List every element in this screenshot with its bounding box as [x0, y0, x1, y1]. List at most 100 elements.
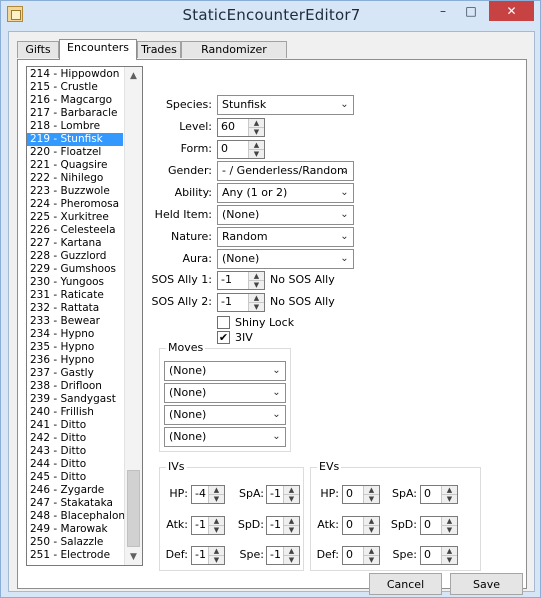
encounter-list-item[interactable]: 251 - Electrode — [27, 549, 123, 562]
move-2-dropdown[interactable]: (None) ⌄ — [164, 383, 286, 403]
encounter-list-item[interactable]: 221 - Quagsire — [27, 159, 123, 172]
list-scrollbar[interactable]: ▲ ▼ — [124, 67, 142, 565]
maximize-button[interactable]: □ — [457, 1, 485, 21]
encounter-list-item[interactable]: 239 - Sandygast — [27, 393, 123, 406]
encounter-list-item[interactable]: 238 - Drifloon — [27, 380, 123, 393]
spin-down-icon[interactable]: ▼ — [284, 526, 299, 534]
spin-up-icon[interactable]: ▲ — [249, 272, 264, 281]
iv-def-stepper[interactable]: -1 ▲ ▼ — [191, 546, 225, 565]
spin-down-icon[interactable]: ▼ — [442, 526, 457, 534]
encounter-list-item[interactable]: 214 - Hippowdon — [27, 68, 123, 81]
encounter-list-item[interactable]: 248 - Blacephalon — [27, 510, 125, 523]
ev-atk-stepper[interactable]: 0 ▲ ▼ — [342, 516, 380, 535]
species-dropdown[interactable]: Stunfisk ⌄ — [217, 95, 354, 115]
spin-down-icon[interactable]: ▼ — [364, 526, 379, 534]
encounter-list-item[interactable]: 244 - Ditto — [27, 458, 123, 471]
encounter-list-item[interactable]: 234 - Hypno — [27, 328, 123, 341]
spin-down-icon[interactable]: ▼ — [442, 556, 457, 564]
tab-gifts[interactable]: Gifts — [17, 41, 59, 58]
encounter-list-item[interactable]: 227 - Kartana — [27, 237, 123, 250]
encounter-list-item[interactable]: 216 - Magcargo — [27, 94, 123, 107]
ev-def-stepper[interactable]: 0 ▲ ▼ — [342, 546, 380, 565]
iv-hp-spin[interactable]: ▲ ▼ — [208, 486, 224, 503]
spin-down-icon[interactable]: ▼ — [442, 495, 457, 503]
iv-spa-stepper[interactable]: -1 ▲ ▼ — [266, 485, 300, 504]
ev-atk-spin[interactable]: ▲ ▼ — [363, 517, 379, 534]
ev-hp-spin[interactable]: ▲ ▼ — [363, 486, 379, 503]
spin-down-icon[interactable]: ▼ — [209, 526, 224, 534]
encounter-list-item[interactable]: 232 - Rattata — [27, 302, 123, 315]
spin-up-icon[interactable]: ▲ — [442, 517, 457, 526]
gender-dropdown[interactable]: - / Genderless/Random ⌄ — [217, 161, 354, 181]
spin-up-icon[interactable]: ▲ — [284, 486, 299, 495]
sos-ally-1-stepper[interactable]: -1 ▲ ▼ — [217, 271, 265, 290]
ev-spe-spin[interactable]: ▲ ▼ — [441, 547, 457, 564]
spin-down-icon[interactable]: ▼ — [364, 556, 379, 564]
scroll-thumb[interactable] — [127, 470, 140, 547]
close-button[interactable]: ✕ — [489, 1, 534, 21]
iv-spe-spin[interactable]: ▲ ▼ — [283, 547, 299, 564]
held-item-dropdown[interactable]: (None) ⌄ — [217, 205, 354, 225]
ev-spd-spin[interactable]: ▲ ▼ — [441, 517, 457, 534]
level-spin[interactable]: ▲ ▼ — [248, 119, 264, 136]
encounter-list[interactable]: 214 - Hippowdon 215 - Crustle 216 - Magcar… — [26, 66, 143, 566]
three-iv-checkbox[interactable]: ✔ — [217, 331, 230, 344]
spin-up-icon[interactable]: ▲ — [442, 547, 457, 556]
save-button[interactable]: Save — [450, 573, 523, 595]
nature-dropdown[interactable]: Random ⌄ — [217, 227, 354, 247]
form-stepper[interactable]: 0 ▲ ▼ — [217, 140, 265, 159]
iv-spe-stepper[interactable]: -1 ▲ ▼ — [266, 546, 300, 565]
tab-trades[interactable]: Trades — [137, 41, 181, 58]
spin-up-icon[interactable]: ▲ — [249, 119, 264, 128]
encounter-list-item[interactable]: 247 - Stakataka — [27, 497, 123, 510]
form-spin[interactable]: ▲ ▼ — [248, 141, 264, 158]
encounter-list-item[interactable]: 217 - Barbaracle — [27, 107, 123, 120]
tab-randomizer-options[interactable]: Randomizer Options — [181, 41, 287, 72]
spin-down-icon[interactable]: ▼ — [209, 495, 224, 503]
ev-spd-stepper[interactable]: 0 ▲ ▼ — [420, 516, 458, 535]
scroll-up-icon[interactable]: ▲ — [125, 67, 142, 84]
encounter-list-item[interactable]: 225 - Xurkitree — [27, 211, 123, 224]
encounter-list-item[interactable]: 233 - Bewear — [27, 315, 123, 328]
encounter-list-item[interactable]: 215 - Crustle — [27, 81, 123, 94]
encounter-list-item[interactable]: 243 - Ditto — [27, 445, 123, 458]
sos-ally-2-stepper[interactable]: -1 ▲ ▼ — [217, 293, 265, 312]
encounter-list-item[interactable]: 246 - Zygarde — [27, 484, 123, 497]
encounter-list-item[interactable]: 218 - Lombre — [27, 120, 123, 133]
encounter-list-item[interactable]: 242 - Ditto — [27, 432, 123, 445]
spin-down-icon[interactable]: ▼ — [249, 128, 264, 136]
shiny-lock-checkbox[interactable] — [217, 316, 230, 329]
level-stepper[interactable]: 60 ▲ ▼ — [217, 118, 265, 137]
move-3-dropdown[interactable]: (None) ⌄ — [164, 405, 286, 425]
spin-up-icon[interactable]: ▲ — [209, 547, 224, 556]
encounter-list-item[interactable]: 220 - Floatzel — [27, 146, 123, 159]
encounter-list-item[interactable]: 231 - Raticate — [27, 289, 123, 302]
cancel-button[interactable]: Cancel — [369, 573, 442, 595]
encounter-list-item[interactable]: 235 - Hypno — [27, 341, 123, 354]
encounter-list-item[interactable]: 229 - Gumshoos — [27, 263, 123, 276]
encounter-list-item[interactable]: 226 - Celesteela — [27, 224, 123, 237]
encounter-list-item[interactable]: 236 - Hypno — [27, 354, 123, 367]
spin-up-icon[interactable]: ▲ — [364, 486, 379, 495]
spin-down-icon[interactable]: ▼ — [249, 150, 264, 158]
move-4-dropdown[interactable]: (None) ⌄ — [164, 427, 286, 447]
encounter-list-item[interactable]: 228 - Guzzlord — [27, 250, 123, 263]
minimize-button[interactable]: – — [429, 1, 457, 21]
spin-up-icon[interactable]: ▲ — [364, 517, 379, 526]
ev-spa-spin[interactable]: ▲ ▼ — [441, 486, 457, 503]
encounter-list-item[interactable]: 245 - Ditto — [27, 471, 123, 484]
iv-def-spin[interactable]: ▲ ▼ — [208, 547, 224, 564]
iv-atk-stepper[interactable]: -1 ▲ ▼ — [191, 516, 225, 535]
spin-down-icon[interactable]: ▼ — [284, 495, 299, 503]
scroll-down-icon[interactable]: ▼ — [125, 548, 142, 565]
encounter-list-item[interactable]: 241 - Ditto — [27, 419, 123, 432]
ability-dropdown[interactable]: Any (1 or 2) ⌄ — [217, 183, 354, 203]
encounter-list-item[interactable]: 224 - Pheromosa — [27, 198, 123, 211]
encounter-list-item[interactable]: 250 - Salazzle — [27, 536, 123, 549]
encounter-list-item[interactable]: 249 - Marowak — [27, 523, 123, 536]
spin-down-icon[interactable]: ▼ — [249, 303, 264, 311]
encounter-list-item[interactable]: 219 - Stunfisk — [27, 133, 123, 146]
ev-hp-stepper[interactable]: 0 ▲ ▼ — [342, 485, 380, 504]
iv-spa-spin[interactable]: ▲ ▼ — [283, 486, 299, 503]
spin-up-icon[interactable]: ▲ — [249, 141, 264, 150]
